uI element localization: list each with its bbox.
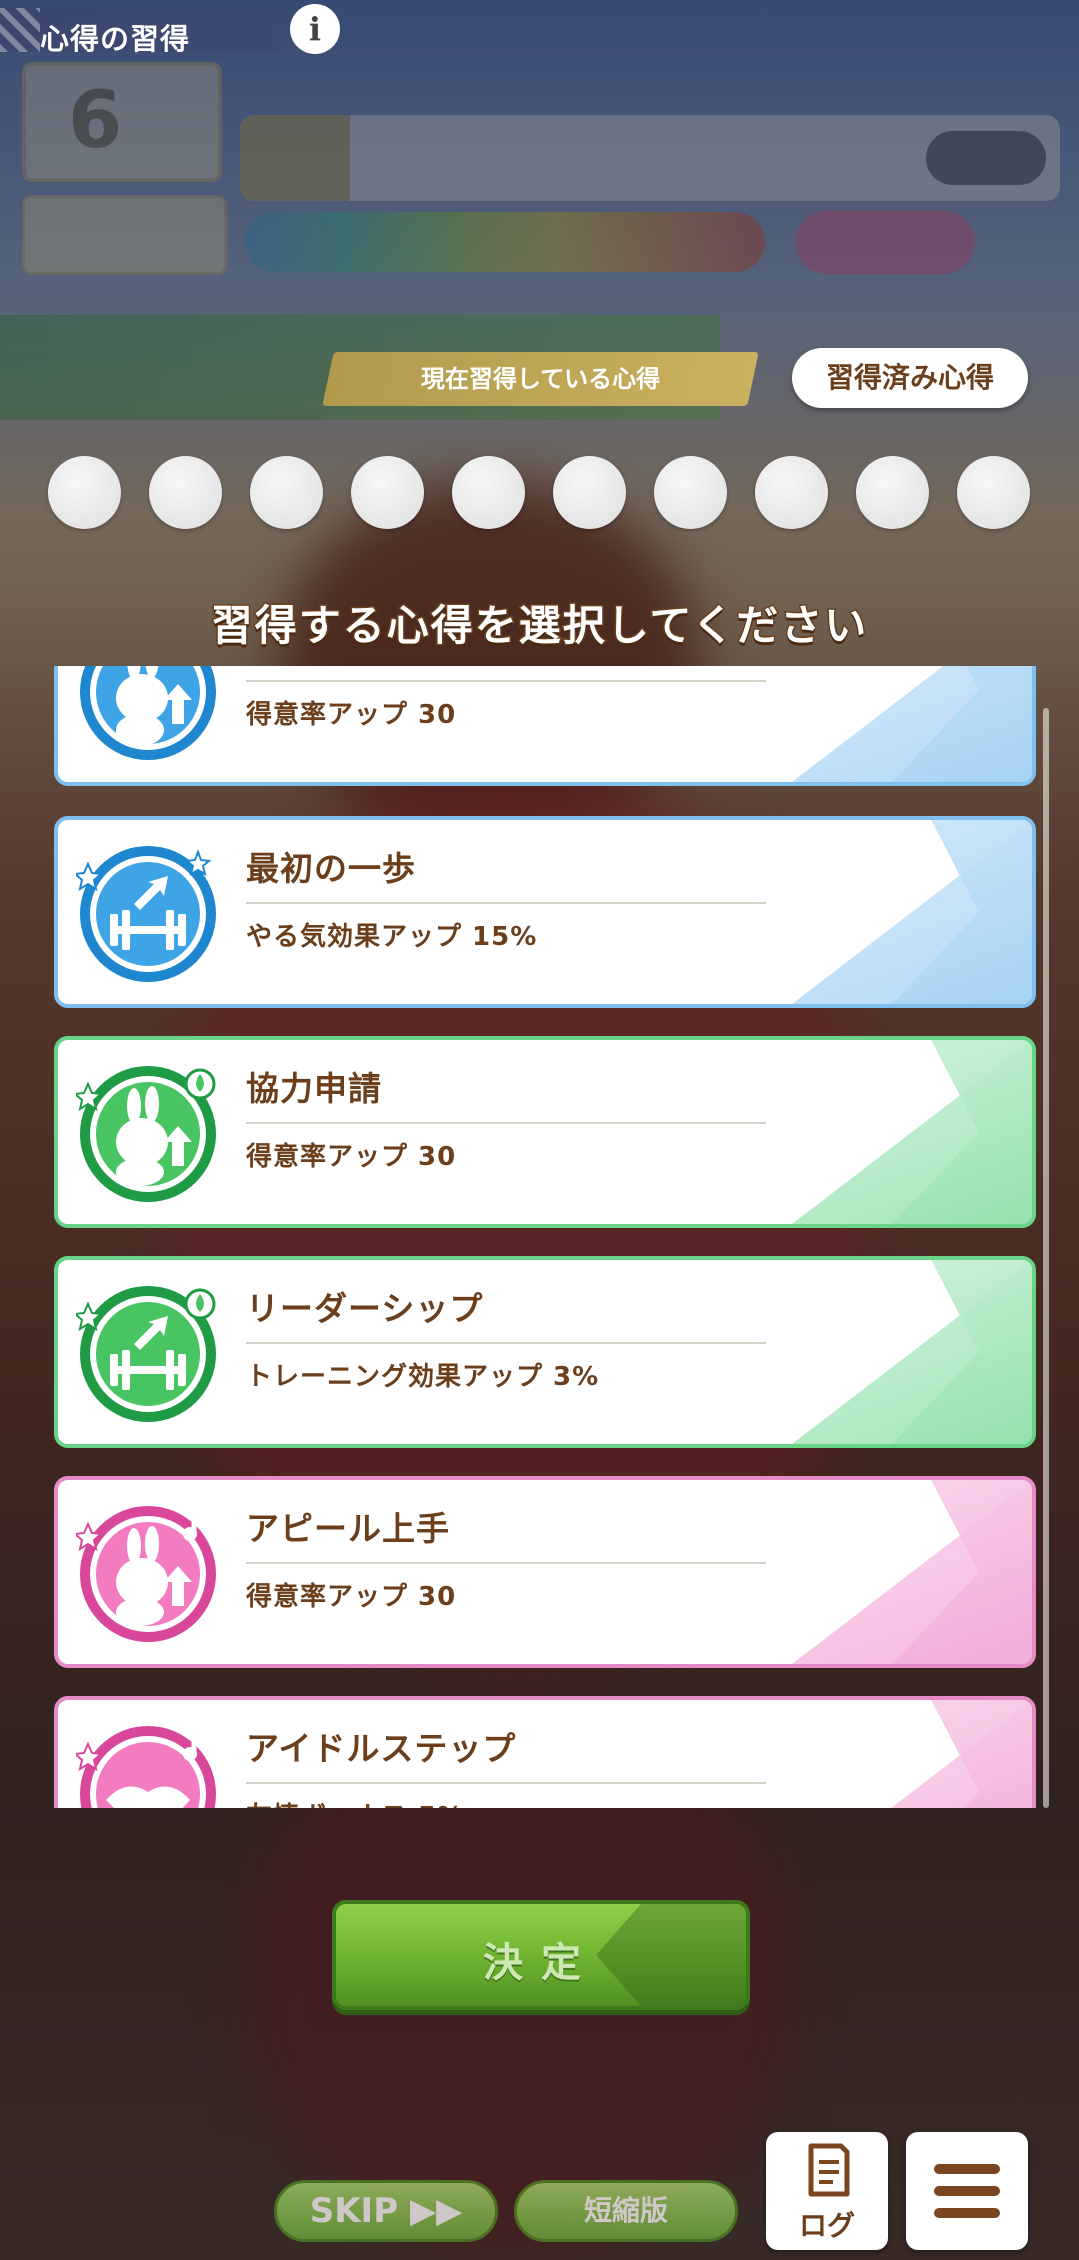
skill-slots [48,456,1033,530]
skill-slot [553,456,626,529]
rabbit-arrow-icon [80,666,216,760]
current-skills-label: 現在習得している心得 [322,352,759,406]
skill-card[interactable]: アピール上手 得意率アップ 30 [54,1476,1036,1668]
screen-title-bar: 心得の習得 [0,8,300,56]
hamburger-icon [934,2208,1000,2218]
skill-slot [250,456,323,529]
hamburger-icon [934,2186,1000,2196]
skill-slot [755,456,828,529]
skill-description: 得意率アップ 30 [246,1582,457,1612]
current-skills-label-text: 現在習得している心得 [420,365,661,393]
skill-card[interactable]: リーダーシップ トレーニング効果アップ 3% [54,1256,1036,1448]
card-divider [246,1782,766,1784]
card-divider [246,1342,766,1344]
log-icon [808,2143,850,2197]
skip-button[interactable]: SKIP ▶▶ [274,2180,498,2242]
handshake-icon [76,1726,216,1808]
skill-slot [149,456,222,529]
card-divider [246,1122,766,1124]
card-divider [246,680,766,682]
acquired-skills-button[interactable]: 習得済み心得 [792,348,1028,408]
skill-slot [452,456,525,529]
skill-name: 最初の一歩 [246,849,416,888]
skill-description: 得意率アップ 30 [246,1142,457,1172]
menu-button[interactable] [906,2132,1028,2250]
skill-description: 友情ボーナス 5% [246,1796,464,1808]
skill-name: リーダーシップ [246,1289,484,1328]
skill-name: 協力申請 [246,1069,382,1108]
skill-description: 得意率アップ 30 [246,700,457,730]
short-version-button[interactable]: 短縮版 [514,2180,738,2242]
card-divider [246,902,766,904]
skill-name: アピール上手 [246,1509,450,1548]
skill-description: トレーニング効果アップ 3% [246,1362,600,1392]
decide-button[interactable]: 決定 [332,1900,750,2010]
skill-card[interactable]: 最初の一歩 やる気効果アップ 15% [54,816,1036,1008]
skill-card[interactable]: 協力申請 得意率アップ 30 [54,1036,1036,1228]
skill-slot [654,456,727,529]
card-divider [246,1562,766,1564]
select-prompt: 習得する心得を選択してください [209,600,869,652]
rabbit-arrow-icon [76,1066,216,1202]
skill-slot [856,456,929,529]
log-button[interactable]: ログ [766,2132,888,2250]
hamburger-icon [934,2164,1000,2174]
log-label: ログ [798,2209,855,2242]
screen-title: 心得の習得 [40,22,191,56]
title-stripes [0,8,40,52]
skill-list[interactable]: 得意率アップ 30 最初の一歩 やる気効果アップ 15% 協力申請 得意率アップ… [50,666,1040,1808]
list-scrollbar[interactable] [1043,708,1049,1808]
decide-label: 決定 [483,1940,599,1986]
skill-slot [957,456,1030,529]
skill-description: やる気効果アップ 15% [246,922,538,952]
skill-name: アイドルステップ [246,1729,517,1768]
rabbit-arrow-icon [76,1506,216,1642]
dumbbell-arrow-icon [76,1286,216,1422]
info-icon[interactable]: i [290,4,340,54]
skill-card[interactable]: 得意率アップ 30 [54,666,1036,786]
skill-slot [351,456,424,529]
skill-slot [48,456,121,529]
dumbbell-arrow-icon [76,846,216,982]
skill-card[interactable]: アイドルステップ 友情ボーナス 5% [54,1696,1036,1808]
